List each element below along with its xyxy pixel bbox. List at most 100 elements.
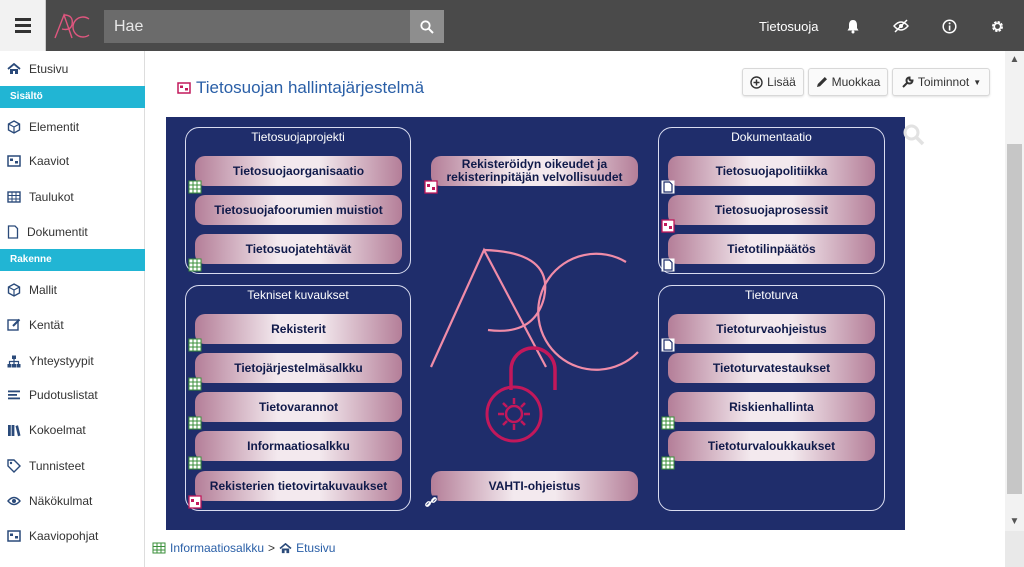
eye-icon [7, 496, 21, 506]
books-icon [8, 424, 21, 436]
document-icon[interactable] [661, 258, 675, 272]
page-title: Tietosuojan hallintajärjestelmä [177, 78, 424, 98]
list-icon [8, 390, 20, 400]
sidebar-item-elementit[interactable]: Elementit [0, 115, 145, 139]
pill-rekisterien-tietovirtakuvaukset[interactable]: Rekisterien tietovirtakuvaukset [195, 471, 402, 501]
table-icon[interactable] [661, 416, 675, 430]
pill-tietoturvaloukkaukset[interactable]: Tietoturvaloukkaukset [668, 431, 875, 461]
sidebar-item-kokoelmat[interactable]: Kokoelmat [0, 418, 145, 442]
table-icon[interactable] [188, 377, 202, 391]
pill-tietoturvatestaukset[interactable]: Tietoturvatestaukset [668, 353, 875, 383]
table-icon[interactable] [188, 258, 202, 272]
home-icon [279, 542, 292, 553]
scrollbar[interactable]: ▲ ▼ [1005, 51, 1024, 531]
table-icon[interactable] [188, 416, 202, 430]
table-icon[interactable] [188, 456, 202, 470]
sidebar-item-taulukot[interactable]: Taulukot [0, 185, 145, 209]
sidebar-item-label: Näkökulmat [29, 494, 93, 508]
table-icon[interactable] [188, 180, 202, 194]
pill-tietotilinpaatos[interactable]: Tietotilinpäätös [668, 234, 875, 264]
pill-tietosuojapolitiikka[interactable]: Tietosuojapolitiikka [668, 156, 875, 186]
search-input[interactable] [104, 10, 410, 43]
sidebar-item-tunnisteet[interactable]: Tunnisteet [0, 454, 145, 478]
search-icon [420, 19, 434, 34]
pill-tietoturvaohjeistus[interactable]: Tietoturvaohjeistus [668, 314, 875, 344]
edit-icon [7, 318, 21, 331]
table-icon [7, 191, 21, 203]
actions-dropdown[interactable]: Toiminnot ▼ [892, 68, 990, 96]
sidebar-item-yhteystyypit[interactable]: Yhteystyypit [0, 349, 145, 373]
diagram-icon[interactable] [424, 180, 438, 194]
pill-tietosuojaprosessit[interactable]: Tietosuojaprosessit [668, 195, 875, 225]
info-icon [941, 18, 957, 34]
sidebar-item-kentat[interactable]: Kentät [0, 313, 145, 337]
gear-icon [991, 20, 1003, 32]
pill-tietosuojafoorumien-muistiot[interactable]: Tietosuojafoorumien muistiot [195, 195, 402, 225]
sitemap-icon [7, 355, 21, 367]
add-button[interactable]: Lisää [742, 68, 804, 96]
scroll-thumb[interactable] [1007, 144, 1022, 494]
search-button[interactable] [410, 10, 444, 43]
pill-tietovarannot[interactable]: Tietovarannot [195, 392, 402, 422]
bell-icon [847, 19, 859, 33]
sidebar-item-label: Mallit [29, 283, 58, 297]
top-bar: Tietosuoja [0, 0, 1024, 51]
pill-tietojarjestelmasalkku[interactable]: Tietojärjestelmäsalkku [195, 353, 402, 383]
arc-lock-logo-icon [429, 247, 639, 443]
breadcrumb-link-informaatiosalkku[interactable]: Informaatiosalkku [170, 541, 264, 555]
group-title: Tekniset kuvaukset [247, 288, 349, 302]
link-icon[interactable] [424, 495, 438, 509]
diagram-icon [177, 82, 191, 94]
sidebar-item-etusivu[interactable]: Etusivu [0, 57, 145, 81]
sidebar-item-label: Tunnisteet [29, 459, 85, 473]
home-icon [7, 63, 21, 74]
diagram-icon [7, 155, 21, 167]
table-icon[interactable] [188, 338, 202, 352]
scroll-down-icon[interactable]: ▼ [1005, 513, 1024, 529]
visibility-toggle[interactable] [891, 16, 911, 36]
sidebar-item-kaaviopohjat[interactable]: Kaaviopohjat [0, 524, 145, 548]
sidebar-item-label: Kokoelmat [29, 423, 86, 437]
sidebar-item-label: Pudotuslistat [29, 388, 98, 402]
diagram-canvas: Tietosuojaprojekti Dokumentaatio Teknise… [166, 117, 905, 530]
group-title: Tietosuojaprojekti [251, 130, 345, 144]
cubes-icon [7, 120, 21, 134]
sidebar-item-nakokulmat[interactable]: Näkökulmat [0, 489, 145, 513]
scroll-up-icon[interactable]: ▲ [1005, 51, 1024, 67]
pill-rekisterit[interactable]: Rekisterit [195, 314, 402, 344]
edit-button-label: Muokkaa [831, 75, 881, 89]
sidebar-item-label: Kaaviot [29, 154, 70, 168]
diagram-icon [7, 530, 21, 542]
sidebar-item-pudotuslistat[interactable]: Pudotuslistat [0, 383, 145, 407]
sidebar-item-mallit[interactable]: Mallit [0, 278, 145, 302]
document-icon[interactable] [661, 180, 675, 194]
pill-tietosuojaorganisaatio[interactable]: Tietosuojaorganisaatio [195, 156, 402, 186]
sidebar-item-label: Dokumentit [27, 225, 88, 239]
table-icon[interactable] [661, 456, 675, 470]
zoom-icon[interactable] [903, 124, 925, 146]
arc-logo-icon[interactable] [52, 11, 92, 41]
info-button[interactable] [939, 16, 959, 36]
plus-circle-icon [750, 75, 763, 89]
breadcrumb-link-etusivu[interactable]: Etusivu [296, 541, 335, 555]
notifications-button[interactable] [843, 16, 863, 36]
menu-button[interactable] [0, 0, 46, 51]
group-title: Tietoturva [745, 288, 798, 302]
edit-button[interactable]: Muokkaa [808, 68, 888, 96]
document-icon [7, 225, 19, 239]
document-icon[interactable] [661, 338, 675, 352]
diagram-icon[interactable] [188, 495, 202, 509]
pill-rekisteroidyn-oikeudet[interactable]: Rekisteröidyn oikeudet ja rekisterinpitä… [431, 156, 638, 186]
pill-tietosuojatehtavat[interactable]: Tietosuojatehtävät [195, 234, 402, 264]
sidebar-item-label: Kaaviopohjat [29, 529, 99, 543]
diagram-icon[interactable] [661, 219, 675, 233]
sidebar-item-label: Kentät [29, 318, 64, 332]
pill-informaatiosalkku[interactable]: Informaatiosalkku [195, 431, 402, 461]
workspace-title[interactable]: Tietosuoja [759, 19, 819, 34]
pill-vahti-ohjeistus[interactable]: VAHTI-ohjeistus [431, 471, 638, 501]
settings-button[interactable] [987, 16, 1007, 36]
sidebar-item-dokumentit[interactable]: Dokumentit [0, 220, 145, 244]
actions-dropdown-label: Toiminnot [917, 75, 970, 89]
sidebar-item-kaaviot[interactable]: Kaaviot [0, 149, 145, 173]
pill-riskienhallinta[interactable]: Riskienhallinta [668, 392, 875, 422]
